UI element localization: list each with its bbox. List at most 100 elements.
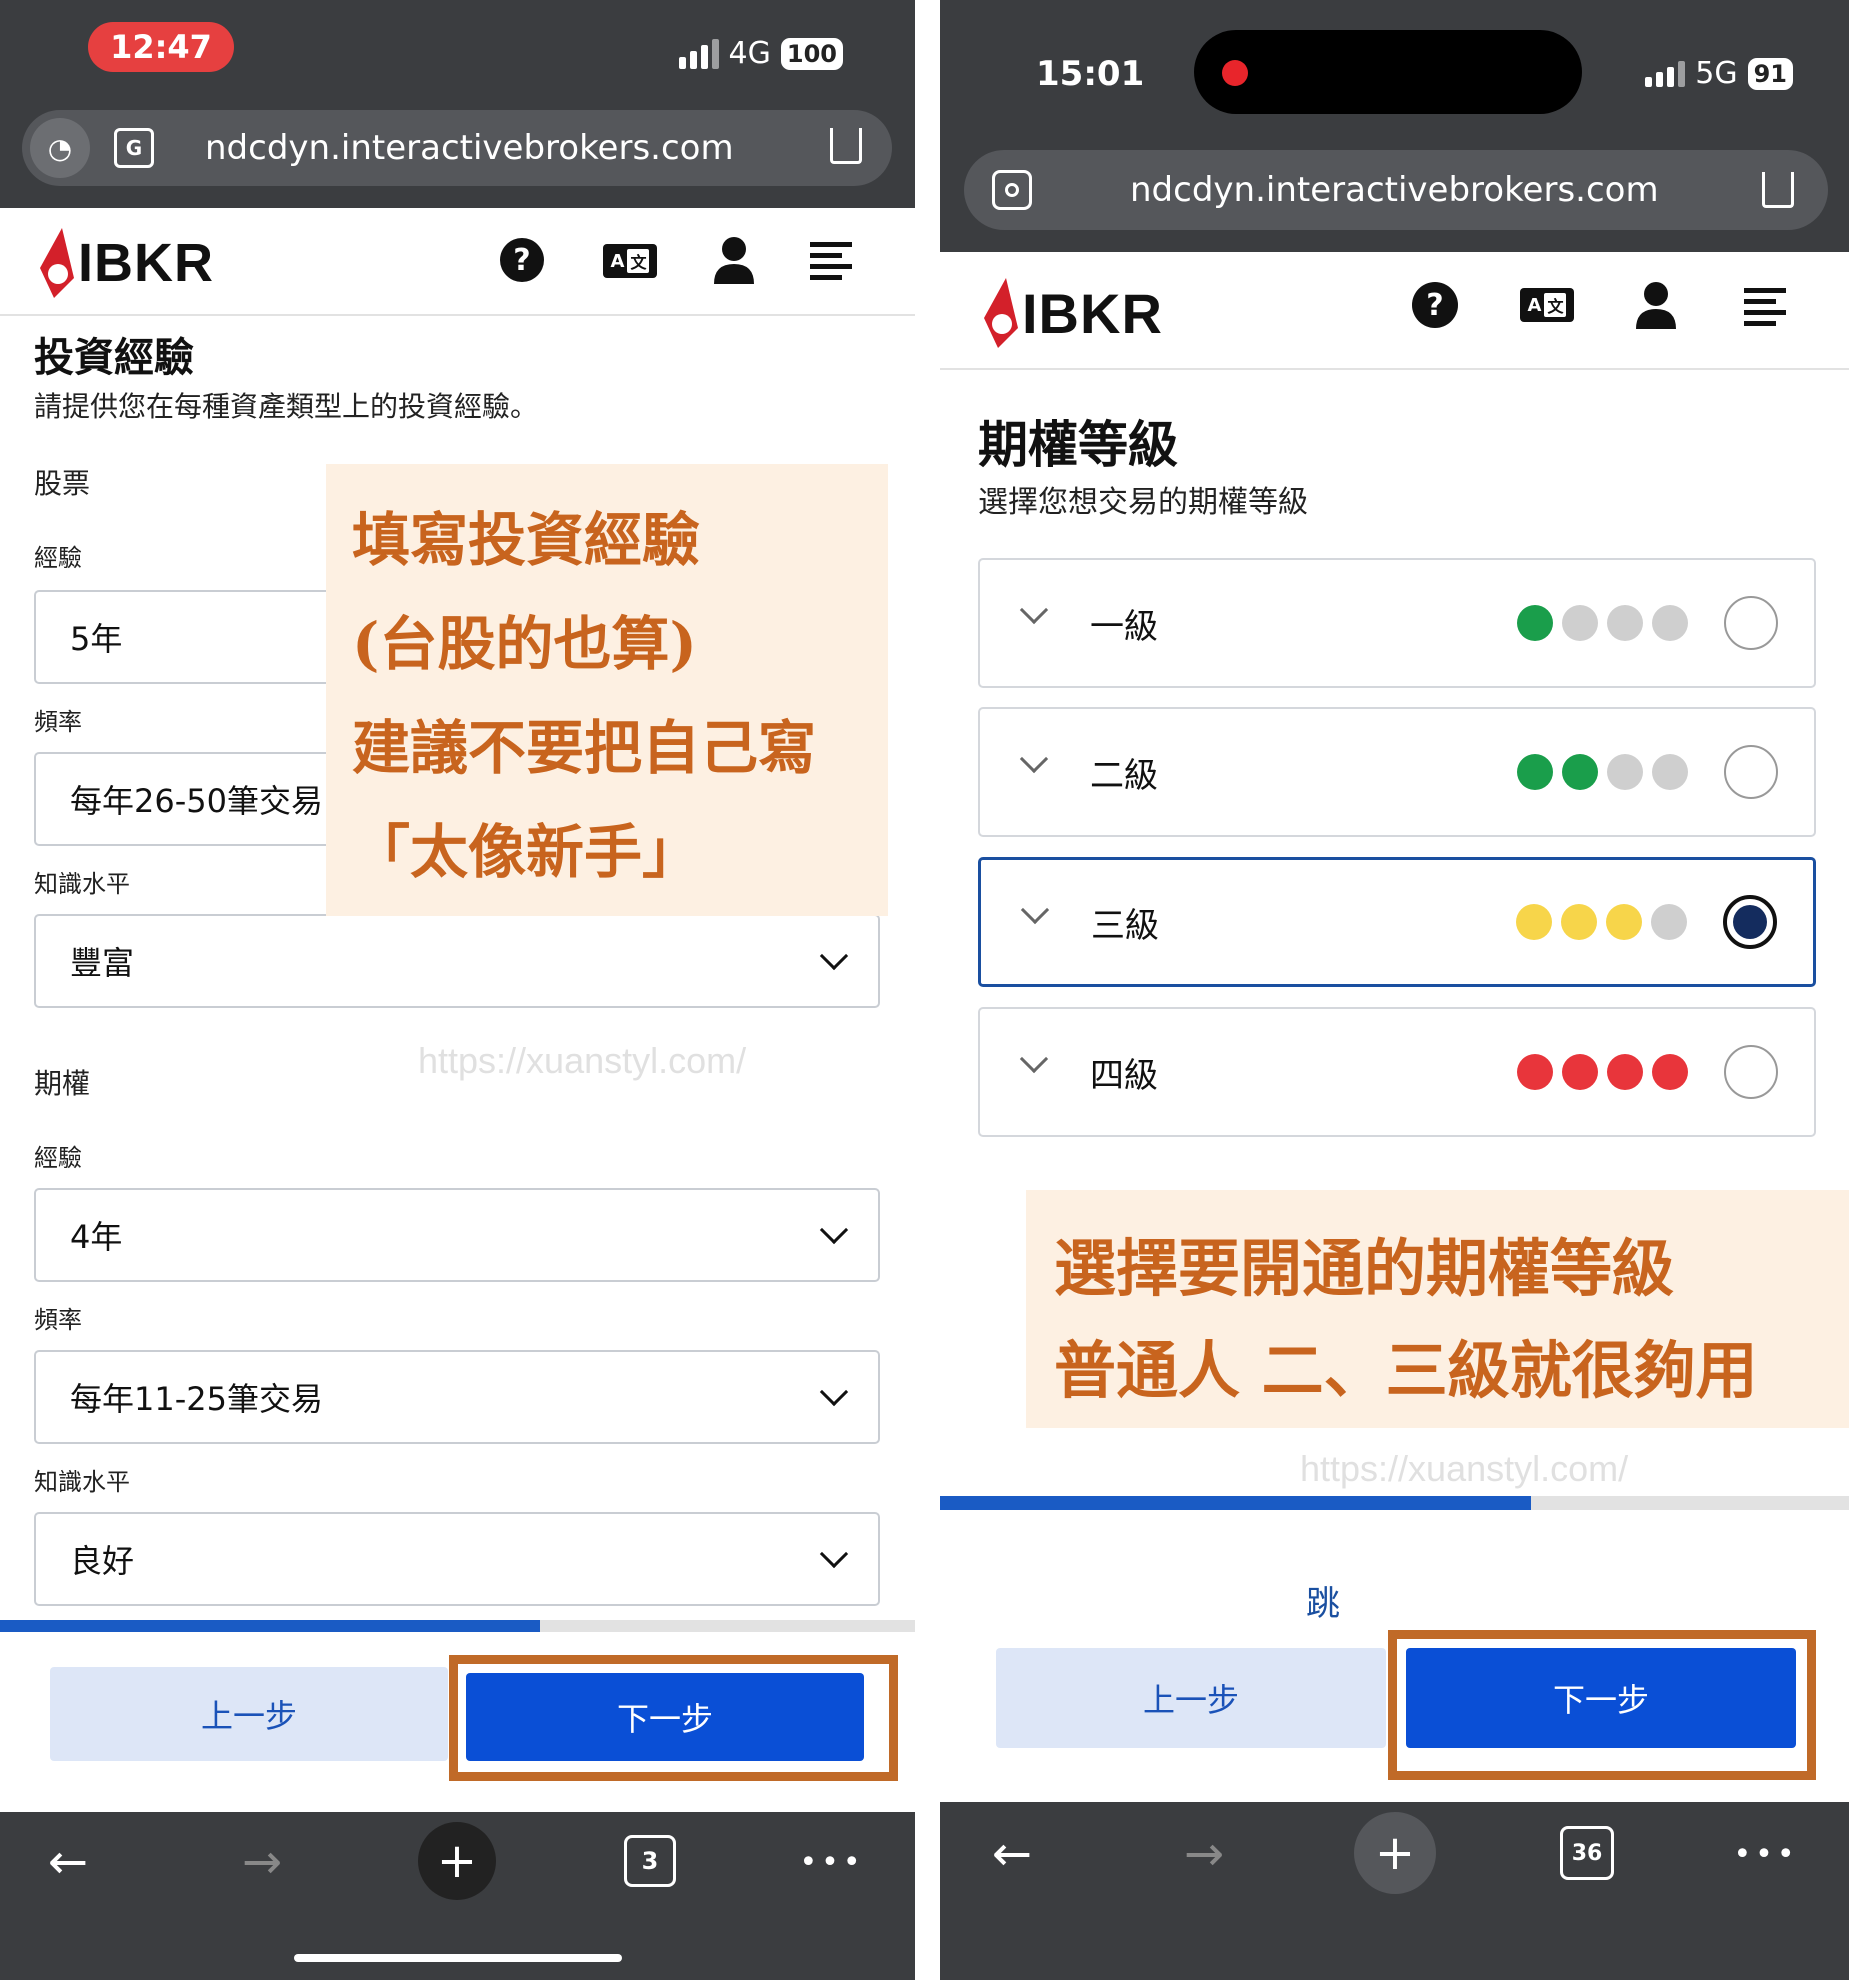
tabs-icon[interactable]: 3 xyxy=(624,1835,676,1887)
status-time: 15:01 xyxy=(1036,54,1145,94)
chevron-down-icon xyxy=(819,1377,849,1407)
menu-icon[interactable] xyxy=(810,240,852,280)
select-value: 每年11-25筆交易 xyxy=(70,1380,323,1418)
ibkr-flame-icon xyxy=(40,228,74,298)
options-frequency-select[interactable]: 每年11-25筆交易 xyxy=(34,1350,880,1444)
options-frequency-label: 頻率 xyxy=(34,1306,82,1334)
radio-button[interactable] xyxy=(1724,596,1778,650)
address-bar[interactable]: ◔ G ndcdyn.interactivebrokers.com xyxy=(22,110,892,186)
ibkr-logo[interactable]: IBKR xyxy=(34,228,214,298)
select-value: 5年 xyxy=(70,620,123,658)
ibkr-logo[interactable]: IBKR xyxy=(978,276,1163,350)
risk-dot xyxy=(1516,904,1552,940)
options-knowledge-label: 知識水平 xyxy=(34,1468,130,1496)
user-icon[interactable] xyxy=(712,236,756,284)
tabs-icon[interactable]: 36 xyxy=(1560,1826,1614,1880)
more-icon[interactable]: ••• xyxy=(1733,1822,1798,1886)
network-type: 5G xyxy=(1695,56,1738,91)
page-title: 投資經驗 xyxy=(34,335,194,381)
chevron-down-icon[interactable] xyxy=(1019,1044,1049,1074)
option-level-label: 二級 xyxy=(1090,755,1158,796)
risk-dot xyxy=(1517,605,1553,641)
back-arrow-icon[interactable]: ← xyxy=(980,1822,1044,1886)
radio-button[interactable] xyxy=(1724,745,1778,799)
right-screenshot: 15:01 5G 91 ndcdyn.interactivebrokers.co… xyxy=(940,0,1849,1980)
risk-dots xyxy=(1517,605,1688,641)
translate-icon[interactable]: G xyxy=(114,128,154,168)
incognito-icon[interactable]: ◔ xyxy=(30,118,90,178)
option-level-label: 一級 xyxy=(1090,606,1158,647)
progress-fill xyxy=(940,1496,1531,1510)
help-icon[interactable]: ? xyxy=(500,238,544,282)
risk-dot xyxy=(1607,605,1643,641)
progress-bar xyxy=(0,1620,915,1632)
prev-button[interactable]: 上一步 xyxy=(996,1648,1386,1748)
option-level-row[interactable]: 一級 xyxy=(978,558,1816,688)
stocks-experience-label: 經驗 xyxy=(34,544,82,572)
site-header: IBKR ? A文 xyxy=(0,208,915,316)
forward-arrow-icon[interactable]: → xyxy=(1172,1822,1236,1886)
radio-button[interactable] xyxy=(1723,895,1777,949)
select-value: 每年26-50筆交易 xyxy=(70,782,323,820)
url-text[interactable]: ndcdyn.interactivebrokers.com xyxy=(1130,170,1659,210)
progress-fill xyxy=(0,1620,540,1632)
divider xyxy=(915,0,940,1980)
address-bar[interactable]: ndcdyn.interactivebrokers.com xyxy=(964,150,1828,230)
highlight-box xyxy=(1388,1630,1816,1780)
chevron-down-icon xyxy=(819,941,849,971)
share-icon[interactable] xyxy=(830,128,862,164)
options-experience-select[interactable]: 4年 xyxy=(34,1188,880,1282)
chevron-down-icon xyxy=(819,1539,849,1569)
page-subtitle: 選擇您想交易的期權等級 xyxy=(978,485,1308,520)
more-icon[interactable]: ••• xyxy=(799,1830,864,1894)
stocks-section-title: 股票 xyxy=(34,467,91,500)
lens-icon[interactable] xyxy=(992,170,1032,210)
options-knowledge-select[interactable]: 良好 xyxy=(34,1512,880,1606)
stocks-frequency-label: 頻率 xyxy=(34,708,82,736)
forward-arrow-icon[interactable]: → xyxy=(230,1830,294,1894)
logo-text: IBKR xyxy=(1022,281,1163,345)
note-line: 建議不要把自己寫 xyxy=(352,714,817,782)
chevron-down-icon[interactable] xyxy=(1019,744,1049,774)
home-indicator xyxy=(294,1954,622,1962)
option-level-row[interactable]: 二級 xyxy=(978,707,1816,837)
dynamic-island xyxy=(1194,30,1582,114)
language-icon[interactable]: A文 xyxy=(1520,288,1574,322)
url-text[interactable]: ndcdyn.interactivebrokers.com xyxy=(205,128,734,168)
option-level-label: 四級 xyxy=(1090,1055,1158,1096)
browser-chrome: 12:47 4G 100 ◔ G ndcdyn.interactivebroke… xyxy=(0,0,915,208)
browser-bottom-bar: ← → + 36 ••• xyxy=(940,1802,1849,1980)
new-tab-icon[interactable]: + xyxy=(1354,1812,1436,1894)
option-level-label: 三級 xyxy=(1091,905,1159,946)
battery-icon: 100 xyxy=(780,37,843,70)
risk-dot xyxy=(1561,904,1597,940)
risk-dots xyxy=(1517,1054,1688,1090)
language-icon[interactable]: A文 xyxy=(603,244,657,278)
risk-dot xyxy=(1517,1054,1553,1090)
select-value: 良好 xyxy=(70,1542,135,1580)
radio-button[interactable] xyxy=(1724,1045,1778,1099)
risk-dot xyxy=(1652,754,1688,790)
left-screenshot: 12:47 4G 100 ◔ G ndcdyn.interactivebroke… xyxy=(0,0,915,1980)
new-tab-icon[interactable]: + xyxy=(418,1822,496,1900)
skip-link[interactable]: 跳 xyxy=(1306,1576,1340,1625)
page-title: 期權等級 xyxy=(978,416,1178,474)
browser-chrome: 15:01 5G 91 ndcdyn.interactivebrokers.co… xyxy=(940,0,1849,252)
help-icon[interactable]: ? xyxy=(1412,282,1458,328)
stocks-knowledge-label: 知識水平 xyxy=(34,870,130,898)
share-icon[interactable] xyxy=(1762,172,1794,208)
stocks-knowledge-select[interactable]: 豐富 xyxy=(34,914,880,1008)
options-experience-label: 經驗 xyxy=(34,1144,82,1172)
menu-icon[interactable] xyxy=(1744,286,1786,326)
back-arrow-icon[interactable]: ← xyxy=(36,1830,100,1894)
chevron-down-icon xyxy=(819,1215,849,1245)
option-level-row[interactable]: 三級 xyxy=(978,857,1816,987)
prev-button[interactable]: 上一步 xyxy=(50,1667,448,1761)
user-icon[interactable] xyxy=(1634,280,1678,330)
chevron-down-icon[interactable] xyxy=(1020,895,1050,925)
risk-dot xyxy=(1607,1054,1643,1090)
highlight-box xyxy=(449,1655,898,1781)
option-level-row[interactable]: 四級 xyxy=(978,1007,1816,1137)
chevron-down-icon[interactable] xyxy=(1019,595,1049,625)
risk-dot xyxy=(1517,754,1553,790)
